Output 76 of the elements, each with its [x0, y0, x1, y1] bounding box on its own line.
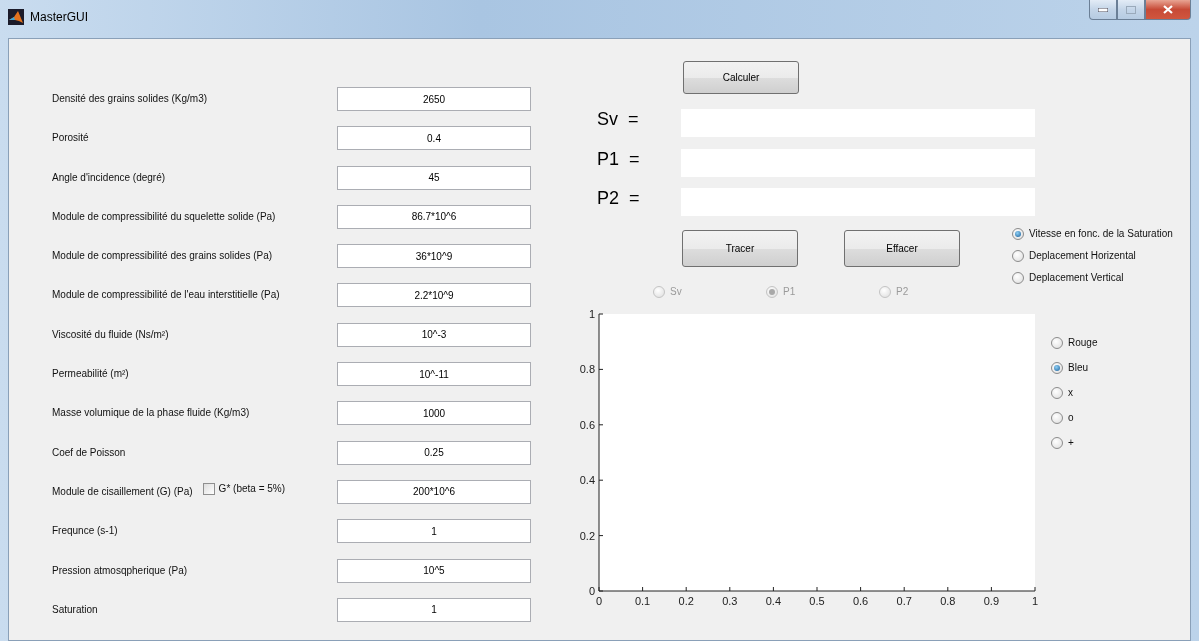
input-field[interactable]: 200*10^6	[337, 479, 531, 504]
minimize-icon	[1098, 7, 1108, 12]
tick-label: 0.2	[678, 594, 694, 607]
tick-label: 0.2	[579, 529, 595, 542]
field-label: Permeabilité (m²)	[52, 368, 129, 380]
input-field[interactable]: 10^-11	[337, 362, 531, 387]
radio-label[interactable]: Deplacement Vertical	[1029, 272, 1124, 283]
maximize-button[interactable]	[1117, 0, 1145, 20]
result-label: P2 =	[597, 188, 641, 209]
tick-label: 0.6	[579, 418, 595, 431]
field-label: Angle d'incidence (degré)	[52, 171, 166, 183]
field-label: Frequnce (s-1)	[52, 525, 118, 537]
result-label: Sv =	[597, 109, 640, 130]
tick-label: 0.5	[809, 594, 825, 607]
input-field[interactable]: 2650	[337, 87, 531, 111]
close-button[interactable]	[1145, 0, 1191, 20]
field-label: Viscosité du fluide (Ns/m²)	[52, 328, 169, 340]
plot-button[interactable]: Effacer	[844, 229, 960, 267]
field-label: Module de cisaillement (G) (Pa)	[52, 485, 193, 497]
radio-button[interactable]	[1051, 436, 1063, 449]
tick-label: 1	[1031, 594, 1039, 607]
tick-label: 0	[595, 594, 603, 607]
tick-label: 0.4	[765, 594, 782, 607]
minimize-button[interactable]	[1089, 0, 1117, 20]
radio-button[interactable]	[1012, 271, 1024, 284]
field-label: Densité des grains solides (Kg/m3)	[52, 93, 208, 104]
close-icon	[1163, 5, 1173, 14]
input-field[interactable]: 36*10^9	[337, 244, 531, 269]
radio-button[interactable]	[1012, 249, 1024, 262]
input-field[interactable]: 10^5	[337, 558, 531, 583]
radio-label[interactable]: +	[1068, 437, 1074, 448]
tick-label: 0.9	[983, 594, 1000, 607]
field-label: Masse volumique de la phase fluide (Kg/m3)	[52, 407, 250, 419]
tick-label: 0.6	[852, 594, 869, 607]
radio-label[interactable]: Rouge	[1068, 337, 1098, 348]
input-field[interactable]: 1	[337, 519, 531, 544]
tick-label: 0.4	[579, 473, 595, 486]
radio-button[interactable]	[1051, 361, 1063, 374]
radio-button[interactable]	[1051, 336, 1063, 349]
radio-label[interactable]: o	[1068, 412, 1074, 423]
input-field[interactable]: 1	[337, 597, 531, 622]
field-label: Coef de Poisson	[52, 446, 126, 458]
input-field[interactable]: 10^-3	[337, 322, 531, 347]
field-label: Pression atmosqpherique (Pa)	[52, 564, 188, 576]
input-field[interactable]: 2.2*10^9	[337, 283, 531, 308]
result-label: P1 =	[597, 148, 641, 170]
input-field[interactable]: 45	[337, 165, 531, 190]
tick-label: 0	[588, 584, 595, 597]
field-label: Porosité	[52, 132, 89, 144]
radio-label[interactable]: Deplacement Horizental	[1029, 250, 1136, 261]
tick-label: 0.1	[634, 594, 651, 607]
checkbox[interactable]: G* (beta = 5%)	[202, 482, 286, 495]
input-field[interactable]: 86.7*10^6	[337, 204, 531, 229]
input-field[interactable]: 0.4	[337, 126, 531, 151]
radio-label[interactable]: Vitesse en fonc. de la Saturation	[1029, 228, 1173, 239]
tick-label: 1	[588, 307, 595, 320]
radio-label[interactable]: Bleu	[1068, 362, 1088, 373]
radio-button[interactable]	[1012, 227, 1024, 240]
radio-button[interactable]	[1051, 386, 1063, 399]
maximize-icon	[1126, 5, 1136, 14]
field-label: Module de compressibilité du squelette solide (Pa)	[52, 210, 276, 222]
input-field[interactable]: 1000	[337, 401, 531, 426]
tick-label: 0.7	[896, 594, 912, 607]
tick-label: 0.8	[940, 594, 956, 607]
calculate-button[interactable]: Calculer	[683, 61, 799, 94]
radio-button[interactable]	[1051, 411, 1063, 424]
plot-button[interactable]: Tracer	[682, 229, 798, 267]
radio-label[interactable]: x	[1068, 387, 1073, 398]
input-field[interactable]: 0.25	[337, 440, 531, 465]
window-title: MasterGUI	[30, 10, 88, 24]
app-icon	[8, 9, 24, 25]
field-label: Saturation	[52, 603, 98, 615]
tick-label: 0.8	[579, 362, 595, 375]
tick-label: 0.3	[722, 594, 738, 607]
field-label: Module de compressibilité des grains solides (Pa)	[52, 250, 273, 262]
field-label: Module de compressibilité de l'eau interstitielle (Pa)	[52, 289, 280, 301]
